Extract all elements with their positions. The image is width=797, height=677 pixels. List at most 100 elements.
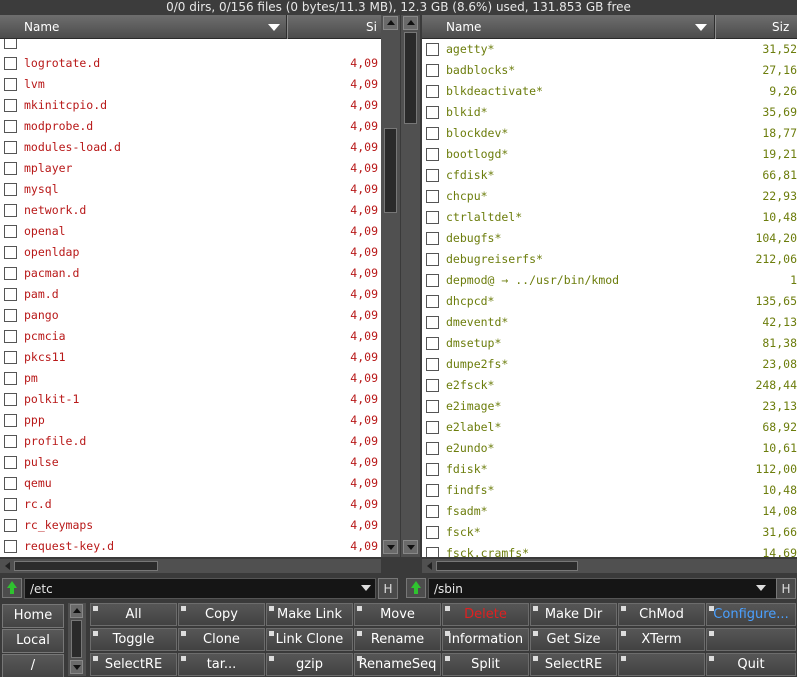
- history-button[interactable]: H: [378, 578, 398, 599]
- link-clone-button[interactable]: Link Clone: [266, 628, 353, 651]
- local-button[interactable]: Local: [2, 629, 64, 653]
- file-row[interactable]: dumpe2fs* 23,08: [422, 354, 797, 375]
- scroll-thumb[interactable]: [436, 561, 578, 571]
- select-checkbox[interactable]: [426, 232, 439, 245]
- all-button[interactable]: All: [90, 603, 177, 626]
- file-row[interactable]: findfs* 10,48: [422, 480, 797, 501]
- file-row[interactable]: profile.d 4,09: [0, 431, 381, 452]
- select-checkbox[interactable]: [426, 358, 439, 371]
- select-checkbox[interactable]: [4, 99, 17, 112]
- empty-button[interactable]: [618, 653, 705, 676]
- tar-button[interactable]: tar...: [178, 653, 265, 676]
- select-checkbox[interactable]: [426, 505, 439, 518]
- file-row[interactable]: fsadm* 14,08: [422, 501, 797, 522]
- select-checkbox[interactable]: [426, 211, 439, 224]
- file-row[interactable]: blkdeactivate* 9,26: [422, 81, 797, 102]
- right-horizontal-scrollbar[interactable]: [422, 559, 797, 573]
- file-row[interactable]: pcmcia 4,09: [0, 326, 381, 347]
- left-name-column-header[interactable]: Name: [0, 15, 287, 39]
- file-row[interactable]: modprobe.d 4,09: [0, 116, 381, 137]
- select-checkbox[interactable]: [426, 169, 439, 182]
- file-row[interactable]: cfdisk* 66,81: [422, 165, 797, 186]
- select-checkbox[interactable]: [426, 463, 439, 476]
- file-row[interactable]: e2label* 68,92: [422, 417, 797, 438]
- select-checkbox[interactable]: [4, 456, 17, 469]
- scroll-thumb[interactable]: [384, 128, 397, 213]
- select-checkbox[interactable]: [4, 414, 17, 427]
- empty-button[interactable]: [706, 628, 796, 651]
- select-checkbox[interactable]: [4, 393, 17, 406]
- make-dir-button[interactable]: Make Dir: [530, 603, 617, 626]
- select-checkbox[interactable]: [4, 141, 17, 154]
- select-checkbox[interactable]: [4, 225, 17, 238]
- file-row[interactable]: openal 4,09: [0, 221, 381, 242]
- select-checkbox[interactable]: [426, 316, 439, 329]
- toggle-button[interactable]: Toggle: [90, 628, 177, 651]
- select-checkbox[interactable]: [4, 477, 17, 490]
- sort-arrow-icon[interactable]: [268, 24, 280, 31]
- file-row[interactable]: rc.d 4,09: [0, 494, 381, 515]
- select-checkbox[interactable]: [426, 400, 439, 413]
- select-checkbox[interactable]: [4, 540, 17, 553]
- clone-button[interactable]: Clone: [178, 628, 265, 651]
- select-checkbox[interactable]: [4, 309, 17, 322]
- quit-button[interactable]: Quit: [706, 653, 796, 676]
- select-checkbox[interactable]: [4, 351, 17, 364]
- chevron-down-icon[interactable]: [361, 585, 371, 591]
- select-checkbox[interactable]: [426, 547, 439, 557]
- select-checkbox[interactable]: [426, 106, 439, 119]
- file-row[interactable]: dmsetup* 81,38: [422, 333, 797, 354]
- right-path-input[interactable]: /sbin: [428, 578, 780, 599]
- arrow-left-icon[interactable]: [427, 562, 432, 570]
- file-row[interactable]: debugfs* 104,20: [422, 228, 797, 249]
- select-checkbox[interactable]: [4, 267, 17, 280]
- file-row[interactable]: openldap 4,09: [0, 242, 381, 263]
- file-row[interactable]: e2undo* 10,61: [422, 438, 797, 459]
- scroll-up-button[interactable]: [70, 604, 83, 618]
- select-checkbox[interactable]: [426, 484, 439, 497]
- select-checkbox[interactable]: [426, 295, 439, 308]
- xterm-button[interactable]: XTerm: [618, 628, 705, 651]
- history-button[interactable]: H: [776, 578, 796, 599]
- file-row[interactable]: chcpu* 22,93: [422, 186, 797, 207]
- select-checkbox[interactable]: [4, 330, 17, 343]
- file-row[interactable]: e2image* 23,13: [422, 396, 797, 417]
- scroll-thumb[interactable]: [14, 561, 158, 571]
- chevron-down-icon[interactable]: [756, 585, 766, 591]
- select-checkbox[interactable]: [426, 43, 439, 56]
- select-checkbox[interactable]: [4, 519, 17, 532]
- root-button[interactable]: /: [2, 654, 64, 677]
- file-row[interactable]: mysql 4,09: [0, 179, 381, 200]
- select-checkbox[interactable]: [426, 148, 439, 161]
- right-file-panel[interactable]: agetty* 31,52 badblocks* 27,16 blkdeactivate…: [422, 15, 797, 557]
- file-row[interactable]: lvm 4,09: [0, 74, 381, 95]
- select-checkbox[interactable]: [426, 64, 439, 77]
- file-row[interactable]: debugreiserfs* 212,06: [422, 249, 797, 270]
- rename-button[interactable]: Rename: [354, 628, 441, 651]
- select-checkbox[interactable]: [4, 288, 17, 301]
- file-row[interactable]: pm 4,09: [0, 368, 381, 389]
- selectre-button[interactable]: SelectRE: [90, 653, 177, 676]
- select-checkbox[interactable]: [426, 421, 439, 434]
- delete-button[interactable]: Delete: [442, 603, 529, 626]
- file-row[interactable]: request-key.d 4,09: [0, 536, 381, 557]
- nav-scrollbar[interactable]: [68, 603, 86, 676]
- select-checkbox[interactable]: [426, 379, 439, 392]
- scroll-down-button[interactable]: [70, 660, 83, 674]
- arrow-left-icon[interactable]: [5, 562, 10, 570]
- parent-dir-button[interactable]: [406, 578, 426, 598]
- get-size-button[interactable]: Get Size: [530, 628, 617, 651]
- right-size-column-header[interactable]: Siz: [715, 15, 797, 39]
- file-row[interactable]: logrotate.d 4,09: [0, 53, 381, 74]
- scroll-down-button[interactable]: [403, 540, 418, 554]
- file-row[interactable]: pacman.d 4,09: [0, 263, 381, 284]
- copy-button[interactable]: Copy: [178, 603, 265, 626]
- scroll-thumb[interactable]: [71, 620, 82, 658]
- file-row[interactable]: ctrlaltdel* 10,48: [422, 207, 797, 228]
- file-row[interactable]: dmeventd* 42,13: [422, 312, 797, 333]
- file-row[interactable]: fsck.cramfs* 14,69: [422, 543, 797, 557]
- file-row[interactable]: mkinitcpio.d 4,09: [0, 95, 381, 116]
- gzip-button[interactable]: gzip: [266, 653, 353, 676]
- right-vertical-scrollbar[interactable]: [401, 15, 420, 557]
- file-row[interactable]: dhcpcd* 135,65: [422, 291, 797, 312]
